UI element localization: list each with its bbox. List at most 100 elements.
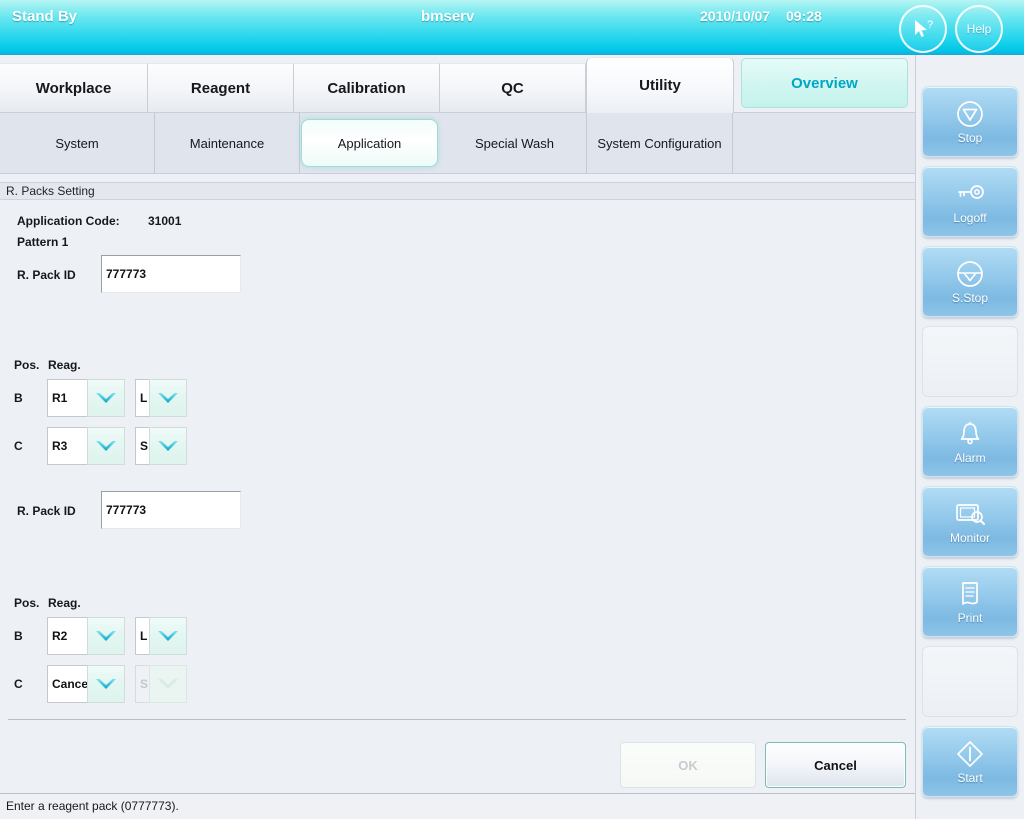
help-button[interactable]: Help bbox=[955, 5, 1003, 53]
system-time-text: 09:28 bbox=[786, 8, 822, 24]
help-button-label: Help bbox=[966, 22, 992, 36]
subtab-system-configuration[interactable]: System Configuration bbox=[587, 113, 733, 173]
ok-button[interactable]: OK bbox=[620, 742, 756, 788]
sidebar-button-start[interactable]: Start bbox=[922, 726, 1018, 797]
reagent-select-1-0[interactable]: R1 bbox=[47, 379, 125, 417]
printer-icon bbox=[957, 578, 983, 610]
header-bar: Stand By bmserv 2010/10/07 09:28 ? Help bbox=[0, 0, 1024, 55]
subtab-application-label: Application bbox=[337, 135, 402, 151]
volume-select-1-1[interactable]: S bbox=[135, 427, 187, 465]
volume-select-2-1-value: S bbox=[135, 665, 149, 703]
rpack-id-input-1[interactable]: 777773 bbox=[101, 255, 241, 293]
tab-reagent[interactable]: Reagent bbox=[148, 63, 294, 112]
volume-select-1-0-arrow[interactable] bbox=[149, 379, 187, 417]
panel-title: R. Packs Setting bbox=[0, 182, 915, 200]
volume-select-2-0[interactable]: L bbox=[135, 617, 187, 655]
chevron-down-icon bbox=[158, 679, 178, 689]
subtab-application[interactable]: Application bbox=[301, 119, 438, 167]
tab-calibration[interactable]: Calibration bbox=[294, 63, 440, 112]
volume-select-2-0-arrow[interactable] bbox=[149, 617, 187, 655]
application-code-label: Application Code: bbox=[17, 214, 120, 228]
cancel-button[interactable]: Cancel bbox=[765, 742, 906, 788]
chevron-down-icon bbox=[158, 393, 178, 403]
footer-divider bbox=[8, 719, 906, 720]
reagent-select-1-0-arrow[interactable] bbox=[87, 379, 125, 417]
reagent-select-2-0[interactable]: R2 bbox=[47, 617, 125, 655]
tab-reagent-label: Reagent bbox=[190, 79, 251, 97]
system-date-text: 2010/10/07 bbox=[700, 8, 771, 24]
reagent-select-1-1-arrow[interactable] bbox=[87, 427, 125, 465]
reag-header-2: Reag. bbox=[48, 596, 81, 610]
sidebar-slot-empty-1 bbox=[922, 326, 1018, 397]
tab-overview-label: Overview bbox=[791, 74, 858, 92]
content-area: R. Packs Setting Application Code: 31001… bbox=[0, 173, 915, 793]
chevron-down-icon bbox=[96, 631, 116, 641]
reagent-select-2-1-value: Cancel bbox=[47, 665, 91, 703]
monitor-icon bbox=[954, 498, 986, 530]
sidebar-button-print-label: Print bbox=[957, 611, 983, 625]
reagent-select-1-1[interactable]: R3 bbox=[47, 427, 125, 465]
status-bar: Enter a reagent pack (0777773). bbox=[0, 793, 915, 819]
start-icon bbox=[955, 738, 985, 770]
chevron-down-icon bbox=[96, 393, 116, 403]
tab-utility-label: Utility bbox=[639, 77, 681, 94]
subtab-maintenance[interactable]: Maintenance bbox=[155, 113, 300, 173]
reagent-select-1-0-value: R1 bbox=[47, 379, 87, 417]
sidebar-button-logoff[interactable]: Logoff bbox=[922, 166, 1018, 237]
ok-button-label: OK bbox=[678, 757, 698, 773]
rpack-id-input-2[interactable]: 777773 bbox=[101, 491, 241, 529]
sidebar-button-monitor-label: Monitor bbox=[949, 531, 990, 545]
subtab-special-wash[interactable]: Special Wash bbox=[443, 113, 587, 173]
pos-value-2-0: B bbox=[14, 629, 23, 643]
sidebar: Stop Logoff S.Stop Alarm Monitor Print S… bbox=[915, 55, 1024, 819]
sidebar-button-start-label: Start bbox=[957, 771, 983, 785]
chevron-down-icon bbox=[158, 441, 178, 451]
pos-value-1-0: B bbox=[14, 391, 23, 405]
volume-select-2-1-arrow bbox=[149, 665, 187, 703]
context-help-button[interactable]: ? bbox=[899, 5, 947, 53]
volume-select-2-1: S bbox=[135, 665, 187, 703]
volume-select-1-1-arrow[interactable] bbox=[149, 427, 187, 465]
volume-select-1-1-value: S bbox=[135, 427, 149, 465]
sidebar-button-s-stop-label: S.Stop bbox=[951, 291, 989, 305]
subtab-system[interactable]: System bbox=[0, 113, 155, 173]
volume-select-2-0-value: L bbox=[135, 617, 149, 655]
sidebar-button-stop[interactable]: Stop bbox=[922, 86, 1018, 157]
subtab-maintenance-label: Maintenance bbox=[189, 135, 265, 151]
pattern-label: Pattern 1 bbox=[17, 235, 69, 249]
sstop-icon bbox=[955, 258, 985, 290]
tab-qc-label: QC bbox=[501, 79, 524, 97]
chevron-down-icon bbox=[96, 679, 116, 689]
sidebar-button-s-stop[interactable]: S.Stop bbox=[922, 246, 1018, 317]
tab-utility[interactable]: Utility bbox=[586, 57, 734, 113]
sub-tab-bar: System Maintenance Application Special W… bbox=[0, 112, 915, 173]
sidebar-slot-empty-2 bbox=[922, 646, 1018, 717]
pos-value-1-1: C bbox=[14, 439, 23, 453]
chevron-down-icon bbox=[96, 441, 116, 451]
reag-header-1: Reag. bbox=[48, 358, 81, 372]
sidebar-button-monitor[interactable]: Monitor bbox=[922, 486, 1018, 557]
subtab-system-label: System bbox=[55, 135, 99, 151]
reagent-select-2-1-arrow[interactable] bbox=[87, 665, 125, 703]
subtab-system-configuration-label: System Configuration bbox=[597, 135, 722, 151]
main-tab-bar: Workplace Reagent Calibration QC Utility… bbox=[0, 57, 915, 113]
tab-overview[interactable]: Overview bbox=[741, 58, 908, 108]
reagent-select-2-0-arrow[interactable] bbox=[87, 617, 125, 655]
reagent-select-2-1[interactable]: Cancel bbox=[47, 665, 125, 703]
rpack-id-label-2: R. Pack ID bbox=[17, 504, 76, 518]
tab-workplace-label: Workplace bbox=[35, 79, 112, 97]
application-window: Stand By bmserv 2010/10/07 09:28 ? Help … bbox=[0, 0, 1024, 819]
subtab-special-wash-label: Special Wash bbox=[475, 135, 554, 151]
reagent-select-2-0-value: R2 bbox=[47, 617, 87, 655]
tab-qc[interactable]: QC bbox=[440, 63, 586, 112]
pos-header-2: Pos. bbox=[14, 596, 40, 610]
sidebar-button-alarm[interactable]: Alarm bbox=[922, 406, 1018, 477]
pos-value-2-1: C bbox=[14, 677, 23, 691]
svg-text:?: ? bbox=[927, 19, 933, 31]
system-status-text: Stand By bbox=[12, 8, 78, 25]
stop-icon bbox=[955, 98, 985, 130]
tab-workplace[interactable]: Workplace bbox=[0, 63, 148, 112]
cursor-question-icon: ? bbox=[915, 19, 933, 37]
sidebar-button-print[interactable]: Print bbox=[922, 566, 1018, 637]
volume-select-1-0[interactable]: L bbox=[135, 379, 187, 417]
